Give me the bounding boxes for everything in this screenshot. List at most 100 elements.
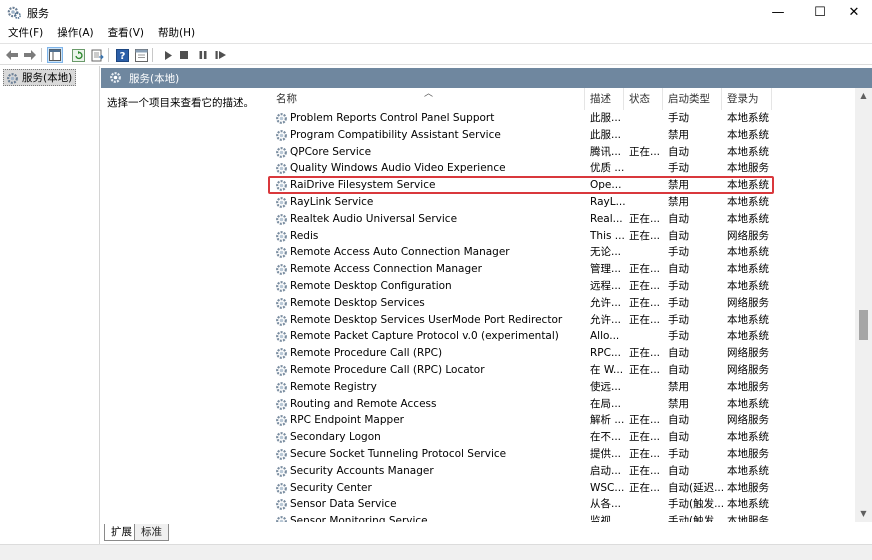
table-row[interactable]: Security Center WSC... 正在... 自动(延迟... 本地服务 [266,480,786,497]
service-gear-icon [275,280,288,293]
column-divider[interactable] [662,88,663,110]
table-row[interactable]: Secondary Logon 在不... 正在... 自动 本地系统 [266,429,786,446]
table-row[interactable]: Redis This ... 正在... 自动 网络服务 [266,228,786,245]
service-gear-icon [275,196,288,209]
menu-help[interactable]: 帮助(H) [151,24,202,43]
start-service-icon[interactable] [160,47,176,63]
service-name: RayLink Service [290,196,374,208]
help-icon[interactable]: ? [114,47,130,63]
forward-arrow-icon[interactable] [22,47,38,63]
table-row[interactable]: Security Accounts Manager 启动... 正在... 自动 本地系… [266,463,786,480]
status-bar [0,544,872,560]
service-startup-type: 自动 [668,464,689,477]
description-prompt: 选择一个项目来查看它的描述。 [107,97,254,109]
service-gear-icon [275,414,288,427]
scroll-down-arrow-icon[interactable]: ▼ [855,506,872,522]
table-row[interactable]: Problem Reports Control Panel Support 此服.… [266,110,786,127]
service-description: 无论... [590,246,622,259]
services-pane-header: 服务(本地) [101,68,872,88]
service-log-on-as: 本地系统 [727,145,769,158]
stop-service-icon[interactable] [176,47,192,63]
vertical-scrollbar[interactable]: ▲ ▼ [855,88,872,522]
table-row[interactable]: Program Compatibility Assistant Service 此… [266,127,786,144]
service-log-on-as: 本地系统 [727,431,769,444]
refresh-icon[interactable] [70,47,86,63]
tree-node-services-local[interactable]: 服务(本地) [3,69,77,86]
service-startup-type: 手动 [668,112,689,124]
service-startup-type: 自动(延迟... [668,481,724,494]
tab-standard[interactable]: 标准 [134,524,169,541]
table-row[interactable]: Remote Registry 使远... 禁用 本地服务 [266,379,786,396]
show-hide-tree-icon[interactable] [47,47,63,63]
service-name: Remote Desktop Configuration [290,280,452,292]
service-log-on-as: 网络服务 [727,414,769,427]
service-name: RPC Endpoint Mapper [290,414,404,427]
service-description: Real... [590,212,623,225]
toolbar-separator [41,48,42,62]
column-header-status[interactable]: 状态 [629,88,650,110]
description-pane: 选择一个项目来查看它的描述。 [101,88,266,522]
column-divider[interactable] [721,88,722,110]
table-row[interactable]: Remote Desktop Services UserMode Port Re… [266,312,786,329]
service-gear-icon [275,448,288,461]
service-name: Sensor Monitoring Service [290,515,428,522]
properties-pane-icon[interactable] [133,47,149,63]
column-header-name[interactable]: 名称 [276,88,297,110]
table-row[interactable]: Secure Socket Tunneling Protocol Service… [266,446,786,463]
close-button[interactable]: ✕ [836,0,872,24]
services-list[interactable]: ︿ 名称 描述 状态 启动类型 登录为 Problem Reports Cont… [266,88,872,522]
tree-node-label: 服务(本地) [22,72,73,84]
service-name: Secure Socket Tunneling Protocol Service [290,448,507,460]
menu-file[interactable]: 文件(F) [0,24,50,43]
minimize-button[interactable]: — [756,0,800,24]
service-gear-icon [275,482,288,495]
table-row[interactable]: Remote Access Auto Connection Manager 无论.… [266,244,786,261]
table-row[interactable]: Remote Desktop Services 允许... 正在... 手动 网络服务 [266,295,786,312]
service-startup-type: 手动(触发... [668,498,724,511]
services-gear-icon [6,72,19,85]
service-name: Remote Access Auto Connection Manager [290,246,510,259]
table-row[interactable]: Sensor Monitoring Service 监视... 手动(触发... 本地… [266,513,786,522]
service-name: QPCore Service [290,145,372,158]
pause-service-icon[interactable] [195,47,211,63]
table-row[interactable]: Remote Packet Capture Protocol v.0 (expe… [266,328,786,345]
service-name: Security Accounts Manager [290,464,434,477]
service-log-on-as: 本地系统 [727,464,769,477]
back-arrow-icon[interactable] [4,47,20,63]
table-row[interactable]: Routing and Remote Access 在局... 禁用 本地系统 [266,396,786,413]
column-divider[interactable] [623,88,624,110]
table-row[interactable]: RayLink Service RayL... 禁用 本地系统 [266,194,786,211]
service-description: 启动... [590,464,622,477]
table-row[interactable]: Remote Procedure Call (RPC) Locator 在 W..… [266,362,786,379]
service-description: 允许... [590,296,622,309]
close-icon: ✕ [848,4,860,20]
service-gear-icon [275,431,288,444]
table-row[interactable]: Realtek Audio Universal Service Real... 正在… [266,211,786,228]
service-name: Routing and Remote Access [290,397,437,410]
service-description: This ... [590,229,625,242]
column-header-description[interactable]: 描述 [590,88,611,110]
menu-action[interactable]: 操作(A) [50,24,100,43]
column-header-log-on-as[interactable]: 登录为 [727,88,759,110]
export-list-icon[interactable] [89,47,105,63]
column-header-startup-type[interactable]: 启动类型 [668,88,710,110]
table-row[interactable]: RPC Endpoint Mapper 解析 ... 正在... 自动 网络服务 [266,412,786,429]
service-gear-icon [275,263,288,276]
scroll-up-arrow-icon[interactable]: ▲ [855,88,872,104]
table-row[interactable]: QPCore Service 腾讯... 正在... 自动 本地系统 [266,144,786,161]
column-divider[interactable] [584,88,585,110]
service-startup-type: 自动 [668,263,689,276]
service-startup-type: 手动 [668,330,689,343]
menu-view[interactable]: 查看(V) [101,24,151,43]
service-startup-type: 自动 [668,431,689,444]
table-row[interactable]: Remote Access Connection Manager 管理... 正在.… [266,261,786,278]
highlight-annotation-box [268,176,774,194]
restart-service-icon[interactable] [213,47,229,63]
table-row[interactable]: Quality Windows Audio Video Experience 优质… [266,160,786,177]
table-row[interactable]: Remote Procedure Call (RPC) RPC... 正在... 自动… [266,345,786,362]
column-divider[interactable] [771,88,772,110]
table-row[interactable]: Remote Desktop Configuration 远程... 正在... 手动… [266,278,786,295]
scrollbar-thumb[interactable] [859,310,868,340]
service-startup-type: 自动 [668,414,689,427]
table-row[interactable]: Sensor Data Service 从各... 手动(触发... 本地系统 [266,496,786,513]
